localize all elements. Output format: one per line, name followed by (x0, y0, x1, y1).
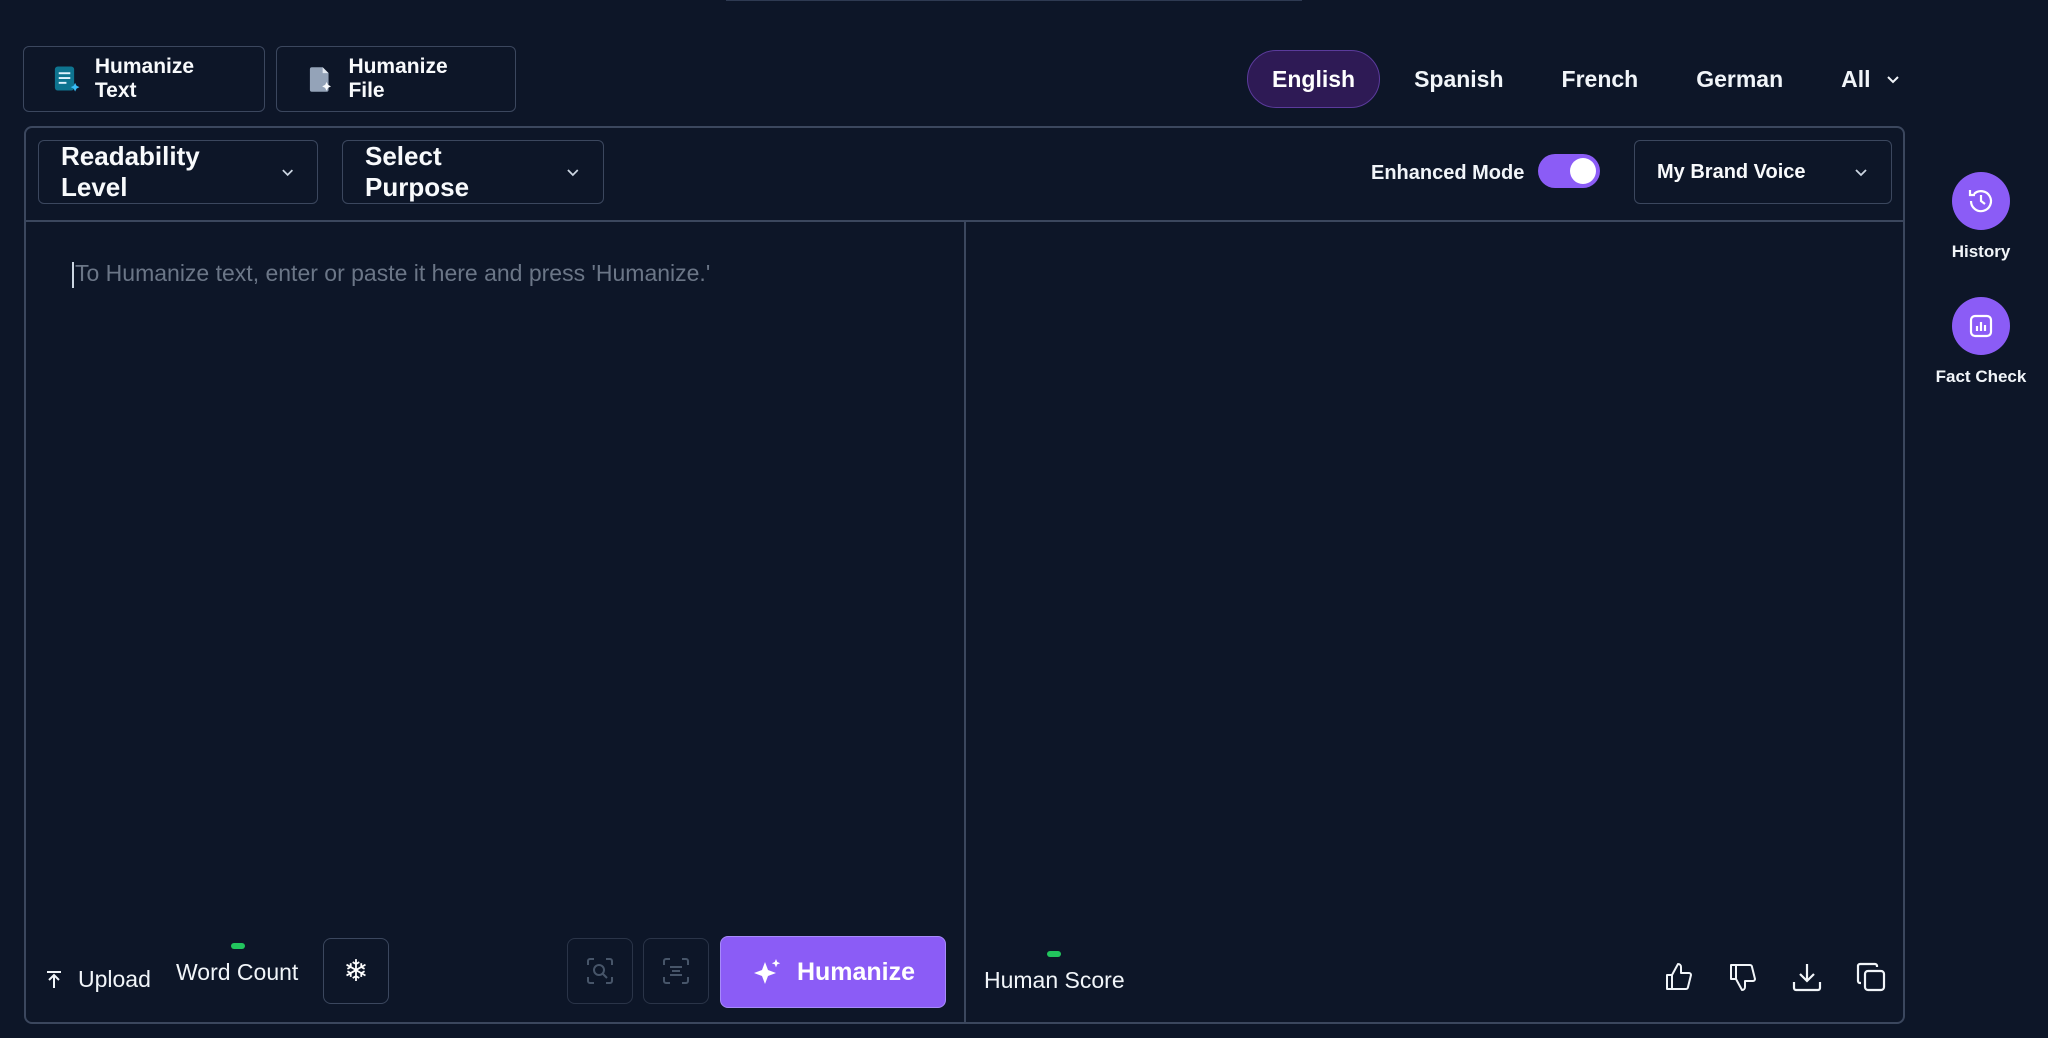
scan-search-icon (587, 958, 613, 984)
history-icon (1968, 190, 1993, 213)
fact-check-circle (1952, 297, 2010, 355)
lang-english[interactable]: English (1247, 50, 1381, 108)
fact-check-button[interactable]: Fact Check (1920, 297, 2042, 387)
upload-label: Upload (78, 966, 151, 992)
lang-spanish[interactable]: Spanish (1390, 50, 1527, 108)
readability-level-dropdown[interactable]: Readability Level (38, 140, 318, 204)
upload-icon (47, 970, 61, 988)
chevron-down-icon (1855, 169, 1867, 177)
thumbs-down-button[interactable] (1726, 960, 1760, 994)
enhanced-mode-toggle[interactable] (1538, 154, 1600, 188)
input-placeholder: To Humanize text, enter or paste it here… (75, 260, 711, 286)
enhanced-mode-label: Enhanced Mode (1371, 162, 1525, 184)
text-document-icon (54, 66, 80, 92)
human-score-indicator (1047, 951, 1061, 957)
copy-button[interactable] (1854, 960, 1888, 994)
select-purpose-dropdown[interactable]: Select Purpose (342, 140, 604, 204)
humanize-file-button[interactable]: Humanize File (276, 46, 516, 112)
lang-all-label: All (1841, 65, 1871, 92)
bar-chart-icon (1969, 314, 1993, 338)
history-label: History (1951, 242, 2011, 261)
language-bar: English Spanish French German All (1247, 50, 1935, 108)
history-circle (1952, 172, 2010, 230)
humanize-file-label: Humanize File (348, 55, 448, 102)
editor-panel: Readability Level Select Purpose Enhance… (24, 126, 1905, 1024)
text-cursor (72, 261, 74, 288)
humanize-label: Humanize (796, 957, 916, 986)
file-icon (309, 67, 332, 92)
thumbs-up-icon (1666, 963, 1692, 990)
freeze-button[interactable]: ❄ (323, 938, 389, 1004)
humanize-text-label: Humanize Text (94, 55, 195, 102)
output-actions (1662, 960, 1888, 994)
snowflake-icon: ❄ (343, 954, 369, 988)
thumbs-up-button[interactable] (1662, 960, 1696, 994)
lang-french[interactable]: French (1538, 50, 1663, 108)
chevron-down-icon (281, 169, 293, 177)
top-divider (726, 0, 1302, 1)
text-align-icon (663, 958, 689, 984)
chevron-down-icon (567, 169, 579, 177)
word-count-indicator (231, 943, 245, 949)
text-format-button[interactable] (643, 938, 709, 1004)
download-button[interactable] (1790, 960, 1824, 994)
history-button[interactable]: History (1920, 172, 2042, 262)
download-icon (1792, 964, 1822, 992)
human-score: Human Score (984, 951, 1125, 994)
readability-level-label: Readability Level (61, 141, 200, 202)
word-count-label: Word Count (176, 959, 299, 985)
word-count: Word Count (176, 943, 298, 986)
lang-german[interactable]: German (1672, 50, 1807, 108)
human-score-label: Human Score (984, 967, 1125, 993)
brand-voice-dropdown[interactable]: My Brand Voice (1634, 140, 1892, 204)
humanize-text-button[interactable]: Humanize Text (23, 46, 265, 112)
upload-button[interactable]: Upload (44, 966, 151, 993)
select-purpose-label: Select Purpose (365, 141, 470, 202)
brand-voice-label: My Brand Voice (1657, 160, 1806, 183)
chevron-down-icon (1886, 76, 1899, 84)
lang-all-dropdown[interactable]: All (1817, 50, 1924, 108)
editor-toolbar: Readability Level Select Purpose Enhance… (26, 128, 1903, 222)
copy-icon (1856, 962, 1886, 992)
input-text-area[interactable]: To Humanize text, enter or paste it here… (72, 260, 932, 288)
toggle-knob (1570, 158, 1596, 184)
humanize-button[interactable]: Humanize (720, 936, 946, 1008)
ai-scan-button[interactable] (567, 938, 633, 1004)
thumbs-down-icon (1730, 964, 1756, 991)
fact-check-label: Fact Check (1935, 367, 2027, 386)
pane-divider (964, 220, 966, 1022)
sparkles-icon (753, 959, 781, 984)
